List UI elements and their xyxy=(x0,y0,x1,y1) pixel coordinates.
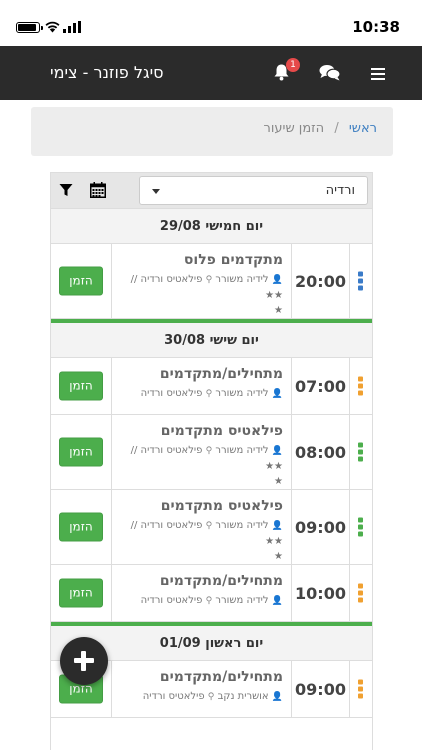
filter-icon[interactable] xyxy=(59,183,73,197)
class-time: 10:00 xyxy=(291,565,349,621)
instructor-name: לידיה משורר xyxy=(215,520,269,531)
day-header: יום שישי 30/08 xyxy=(51,323,372,358)
book-button[interactable]: הזמן xyxy=(59,578,103,608)
class-time: 08:00 xyxy=(291,415,349,489)
class-name: מתחילים/מתקדמים xyxy=(159,573,283,589)
cell-signal-icon xyxy=(63,21,81,33)
breadcrumb-current: הזמן שיעור xyxy=(263,121,325,136)
class-time: 07:00 xyxy=(291,358,349,414)
drag-handle-icon xyxy=(358,375,363,398)
action-cell: הזמן xyxy=(51,490,112,564)
class-meta: 👤 לידיה משורר ⚲ פילאטיס ורדיה // ★★ ★ xyxy=(118,272,283,318)
class-meta: 👤 לידיה משורר ⚲ פילאטיס ורדיה xyxy=(118,386,283,402)
drag-handle-icon xyxy=(358,582,363,605)
action-cell: הזמן xyxy=(51,358,112,414)
class-info: מתקדמים פלוס 👤 לידיה משורר ⚲ פילאטיס ורד… xyxy=(111,244,291,318)
book-button[interactable]: הזמן xyxy=(59,371,103,401)
row-handle[interactable] xyxy=(349,661,372,717)
level-stars: ★ xyxy=(274,476,283,487)
class-row: 20:00 מתקדמים פלוס 👤 לידיה משורר ⚲ פילאט… xyxy=(51,244,372,319)
breadcrumb-separator: / xyxy=(334,121,339,136)
battery-icon xyxy=(16,22,43,33)
location-pin-icon: ⚲ xyxy=(205,389,213,399)
location-name: פילאטיס ורדיה xyxy=(140,388,203,399)
class-meta: 👤 לידיה משורר ⚲ פילאטיס ורדיה // ★★ ★ xyxy=(118,443,283,489)
app-title: סיגל פוזנר - צימי xyxy=(50,63,164,82)
class-name: מתחילים/מתקדמים xyxy=(159,366,283,382)
class-name: מתחילים/מתקדמים xyxy=(159,669,283,685)
user-icon: 👤 xyxy=(271,446,283,456)
class-meta: 👤 אושרית נקב ⚲ פילאטיס ורדיה xyxy=(118,689,283,705)
class-info: מתחילים/מתקדמים 👤 אושרית נקב ⚲ פילאטיס ו… xyxy=(111,661,291,717)
navbar: סיגל פוזנר - צימי 1 xyxy=(0,46,422,100)
location-name: פילאטיס ורדיה xyxy=(142,691,205,702)
instructor-name: לידיה משורר xyxy=(215,595,269,606)
location-name: פילאטיס ורדיה xyxy=(140,595,203,606)
class-info: מתחילים/מתקדמים 👤 לידיה משורר ⚲ פילאטיס … xyxy=(111,565,291,621)
chevron-down-icon xyxy=(152,189,160,194)
class-meta: 👤 לידיה משורר ⚲ פילאטיס ורדיה // ★★ ★ xyxy=(118,518,283,564)
class-row: 07:00 מתחילים/מתקדמים 👤 לידיה משורר ⚲ פי… xyxy=(51,358,372,415)
location-pin-icon: ⚲ xyxy=(205,596,213,606)
location-pin-icon: ⚲ xyxy=(207,692,215,702)
filter-bar: ורדיה xyxy=(51,173,372,209)
instructor-name: אושרית נקב xyxy=(217,691,269,702)
level-stars: ★ xyxy=(274,551,283,562)
location-pin-icon: ⚲ xyxy=(205,521,213,531)
class-meta: 👤 לידיה משורר ⚲ פילאטיס ורדיה xyxy=(118,593,283,609)
instructor-name: לידיה משורר xyxy=(215,445,269,456)
add-button[interactable] xyxy=(60,637,108,685)
class-info: פילאטיס מתקדמים 👤 לידיה משורר ⚲ פילאטיס … xyxy=(111,490,291,564)
user-icon: 👤 xyxy=(271,389,283,399)
drag-handle-icon xyxy=(358,270,363,293)
day-header: יום חמישי 29/08 xyxy=(51,209,372,244)
row-handle[interactable] xyxy=(349,415,372,489)
notification-badge: 1 xyxy=(286,58,300,72)
class-row: 09:00 פילאטיס מתקדמים 👤 לידיה משורר ⚲ פי… xyxy=(51,490,372,565)
user-icon: 👤 xyxy=(271,596,283,606)
row-handle[interactable] xyxy=(349,358,372,414)
breadcrumb-home-link[interactable]: ראשי xyxy=(349,121,377,136)
class-info: מתחילים/מתקדמים 👤 לידיה משורר ⚲ פילאטיס … xyxy=(111,358,291,414)
class-row: 10:00 מתחילים/מתקדמים 👤 לידיה משורר ⚲ פי… xyxy=(51,565,372,622)
user-icon: 👤 xyxy=(271,275,283,285)
instructor-name: לידיה משורר xyxy=(215,274,269,285)
breadcrumb: ראשי / הזמן שיעור xyxy=(31,107,393,156)
studio-select-value: ורדיה xyxy=(325,183,355,198)
row-handle[interactable] xyxy=(349,244,372,318)
row-handle[interactable] xyxy=(349,490,372,564)
status-bar: 10:38 xyxy=(0,0,422,46)
class-time: 09:00 xyxy=(291,490,349,564)
class-name: מתקדמים פלוס xyxy=(183,252,283,268)
user-icon: 👤 xyxy=(271,692,283,702)
hamburger-menu-icon[interactable] xyxy=(371,68,385,80)
user-icon: 👤 xyxy=(271,521,283,531)
location-pin-icon: ⚲ xyxy=(205,275,213,285)
clock: 10:38 xyxy=(352,18,400,36)
chat-icon[interactable] xyxy=(319,64,341,81)
location-pin-icon: ⚲ xyxy=(205,446,213,456)
class-row: 08:00 פילאטיס מתקדמים 👤 לידיה משורר ⚲ פי… xyxy=(51,415,372,490)
class-time: 20:00 xyxy=(291,244,349,318)
drag-handle-icon xyxy=(358,441,363,464)
action-cell: הזמן xyxy=(51,565,112,621)
row-handle[interactable] xyxy=(349,565,372,621)
drag-handle-icon xyxy=(358,516,363,539)
studio-select[interactable]: ורדיה xyxy=(139,176,368,205)
class-info: פילאטיס מתקדמים 👤 לידיה משורר ⚲ פילאטיס … xyxy=(111,415,291,489)
class-time: 09:00 xyxy=(291,661,349,717)
level-stars: ★ xyxy=(274,305,283,316)
action-cell: הזמן xyxy=(51,244,112,318)
class-name: פילאטיס מתקדמים xyxy=(160,498,283,514)
class-name: פילאטיס מתקדמים xyxy=(160,423,283,439)
book-button[interactable]: הזמן xyxy=(59,437,103,467)
calendar-icon[interactable] xyxy=(90,182,106,198)
drag-handle-icon xyxy=(358,678,363,701)
book-button[interactable]: הזמן xyxy=(59,266,103,296)
action-cell: הזמן xyxy=(51,415,112,489)
book-button[interactable]: הזמן xyxy=(59,512,103,542)
instructor-name: לידיה משורר xyxy=(215,388,269,399)
wifi-icon xyxy=(45,21,60,33)
